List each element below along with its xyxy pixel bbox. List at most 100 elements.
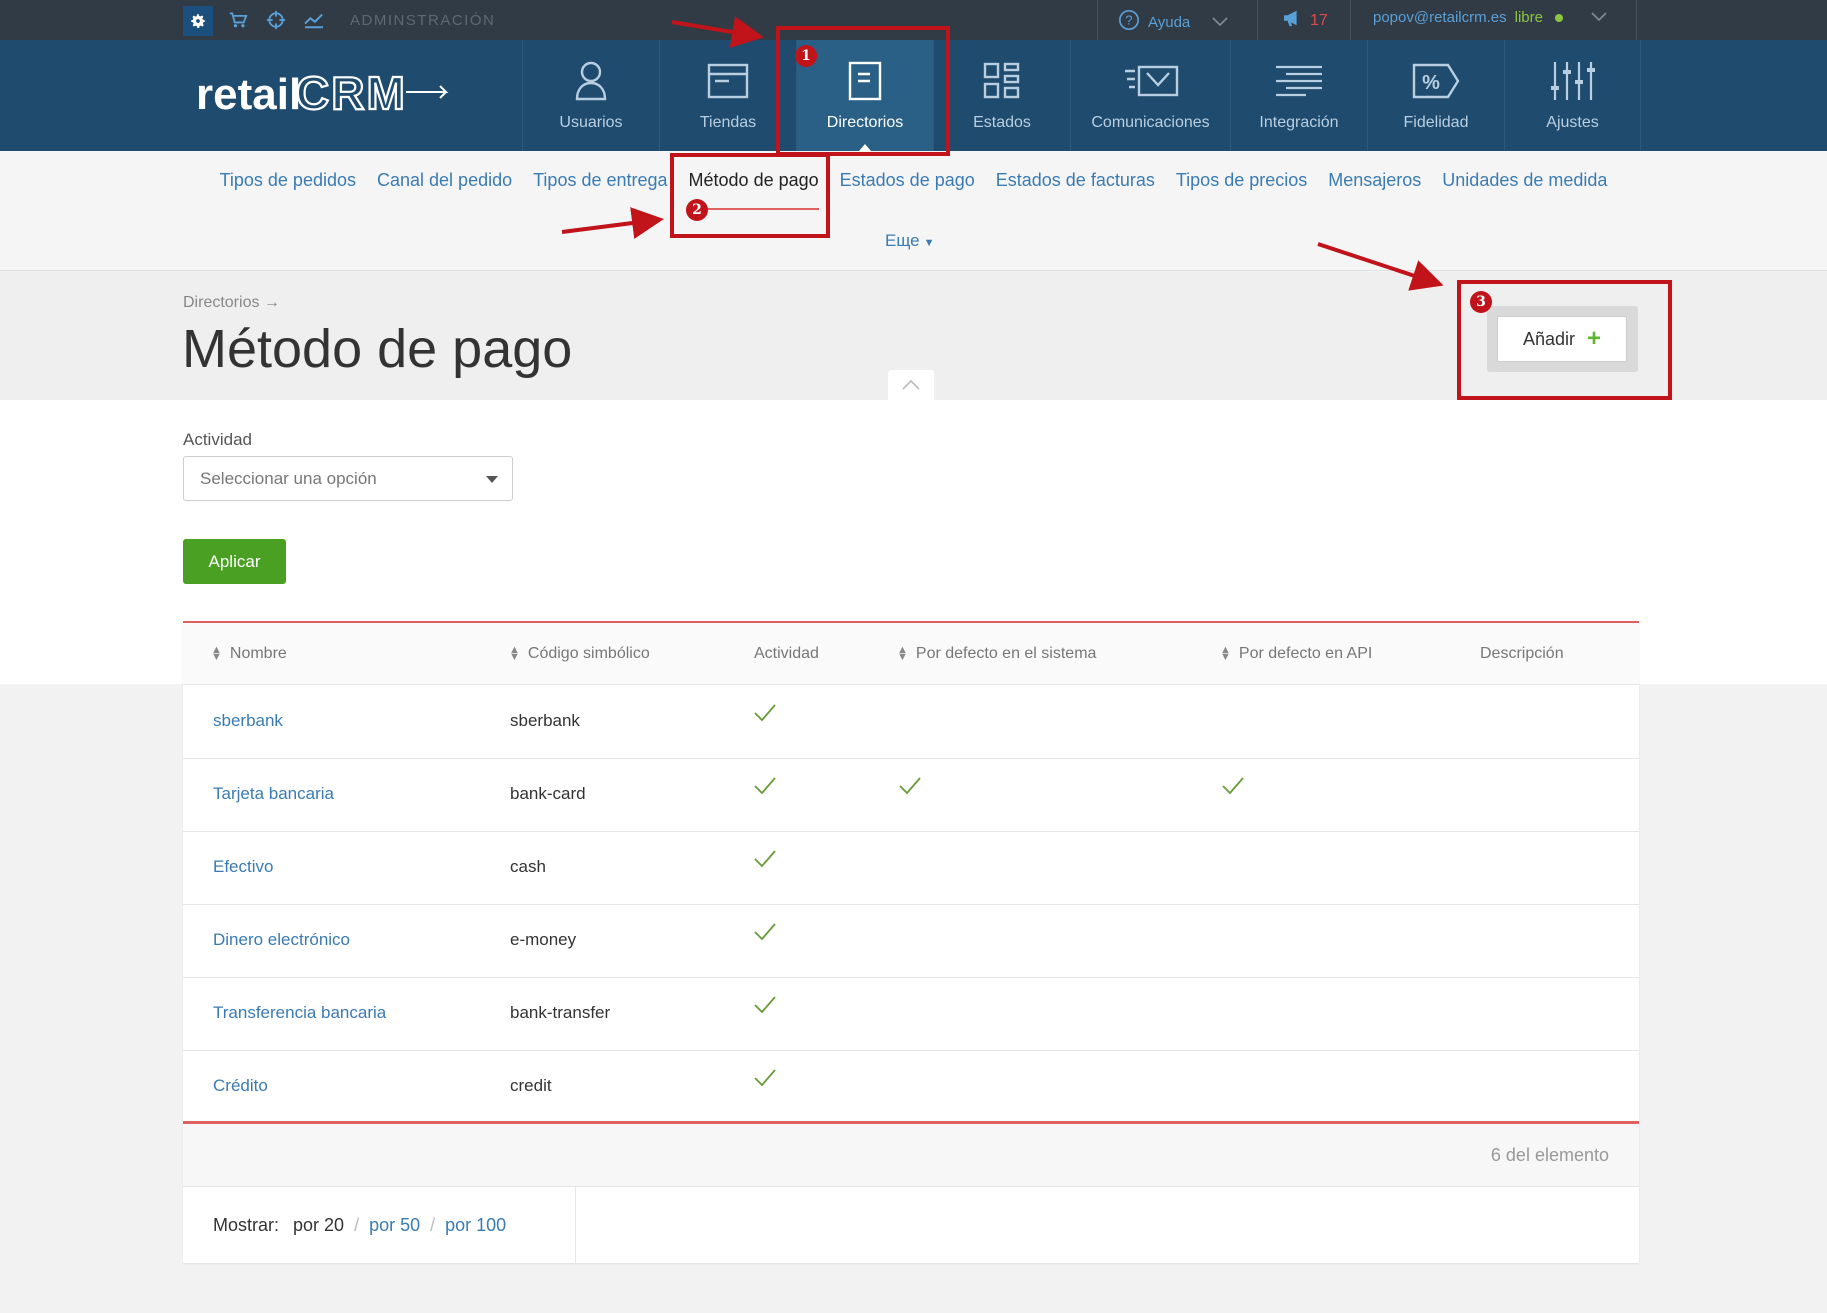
svg-text:?: ? xyxy=(1125,13,1132,28)
activity-select[interactable]: Seleccionar una opción xyxy=(183,456,513,501)
payment-method-code: sberbank xyxy=(510,711,580,730)
divider xyxy=(1636,0,1637,40)
breadcrumb[interactable]: Directorios → xyxy=(183,294,280,312)
payment-method-name-link[interactable]: Dinero electrónico xyxy=(213,930,350,950)
column-label: Código simbólico xyxy=(527,645,650,662)
annotation-box-2 xyxy=(670,153,830,238)
grid-icon xyxy=(983,58,1021,104)
default-system-check-icon xyxy=(899,777,921,800)
table-count-row: 6 del elemento xyxy=(183,1124,1639,1187)
per-page-label: Mostrar: xyxy=(213,1215,280,1235)
nav-label: Integración xyxy=(1259,114,1339,131)
chevron-down-icon xyxy=(1212,14,1228,31)
column-label: Descripción xyxy=(1480,645,1564,662)
payment-method-name-link[interactable]: sberbank xyxy=(213,711,283,731)
svg-text:%: % xyxy=(1422,72,1440,94)
subnav-mensajeros[interactable]: Mensajeros xyxy=(1328,170,1421,191)
sort-icon: ▲ ▼ xyxy=(1220,644,1231,663)
sort-icon: ▲ ▼ xyxy=(211,644,222,663)
table-row: Crédito credit xyxy=(183,1051,1639,1124)
nav-label: Estados xyxy=(973,114,1031,131)
sort-icon: ▲ ▼ xyxy=(509,644,520,663)
chevron-down-icon xyxy=(1591,9,1607,26)
nav-item-usuarios[interactable]: Usuarios xyxy=(522,40,659,151)
nav-item-integracion[interactable]: Integración xyxy=(1230,40,1367,151)
nav-label: Tiendas xyxy=(699,114,757,131)
target-icon[interactable] xyxy=(264,8,288,32)
percent-tag-icon: % xyxy=(1412,58,1460,104)
active-check-icon xyxy=(754,923,776,946)
annotation-number-1: 1 xyxy=(795,45,817,67)
nav-label: Comunicaciones xyxy=(1091,114,1210,131)
admin-label: ADMINSTRACIÓN xyxy=(350,12,496,29)
help-question-icon: ? xyxy=(1118,9,1140,35)
envelope-icon xyxy=(1123,58,1179,104)
column-header-nombre[interactable]: ▲ ▼ Nombre xyxy=(211,645,287,663)
table-row: Tarjeta bancaria bank-card xyxy=(183,759,1639,832)
svg-text:CRM: CRM xyxy=(296,67,407,119)
column-header-defecto-sistema[interactable]: ▲ ▼ Por defecto en el sistema xyxy=(897,645,1096,663)
separator: / xyxy=(430,1215,436,1235)
active-check-icon xyxy=(754,850,776,873)
retailcrm-logo[interactable]: retail CRM xyxy=(196,64,456,129)
annotation-number-3: 3 xyxy=(1470,291,1492,313)
cart-icon[interactable] xyxy=(226,8,250,32)
active-check-icon xyxy=(754,777,776,800)
online-status-dot xyxy=(1554,13,1563,22)
payment-method-name-link[interactable]: Transferencia bancaria xyxy=(213,1003,386,1023)
nav-item-ajustes[interactable]: Ajustes xyxy=(1504,40,1641,151)
column-header-descripcion: Descripción xyxy=(1480,645,1564,663)
analytics-chart-icon[interactable] xyxy=(302,8,326,32)
column-header-actividad: Actividad xyxy=(754,645,819,663)
subnav-tipos-de-entrega[interactable]: Tipos de entrega xyxy=(533,170,667,191)
more-label: Еще xyxy=(885,231,920,250)
payment-method-name-link[interactable]: Efectivo xyxy=(213,857,273,877)
column-label: Por defecto en el sistema xyxy=(915,645,1097,662)
activity-select-value: Seleccionar una opción xyxy=(200,469,377,488)
per-page-100-link[interactable]: por 100 xyxy=(445,1215,506,1236)
user-menu[interactable]: popov@retailcrm.es libre xyxy=(1373,9,1607,26)
table-header: ▲ ▼ Nombre ▲ ▼ Código simbólico Actividad … xyxy=(183,623,1639,685)
table-row: Dinero electrónico e-money xyxy=(183,905,1639,978)
subnav-estados-de-facturas[interactable]: Estados de facturas xyxy=(996,170,1155,191)
nav-item-comunicaciones[interactable]: Comunicaciones xyxy=(1070,40,1230,151)
per-page-50-link[interactable]: por 50 xyxy=(369,1215,420,1236)
column-label: Actividad xyxy=(754,645,819,662)
subnav-estados-de-pago[interactable]: Estados de pago xyxy=(840,170,975,191)
sliders-icon xyxy=(1550,58,1596,104)
payment-method-name-link[interactable]: Tarjeta bancaria xyxy=(213,784,334,804)
activity-filter-label: Actividad xyxy=(183,430,252,449)
main-nav: Usuarios Tiendas Directorios Estados Com… xyxy=(522,40,1641,151)
more-menu[interactable]: Еще ▼ xyxy=(885,231,934,251)
column-header-codigo[interactable]: ▲ ▼ Código simbólico xyxy=(509,645,650,663)
subnav-canal-del-pedido[interactable]: Canal del pedido xyxy=(377,170,512,191)
separator: / xyxy=(354,1215,360,1235)
settings-gear-icon[interactable] xyxy=(183,6,213,36)
subnav-tipos-de-precios[interactable]: Tipos de precios xyxy=(1176,170,1307,191)
notifications[interactable]: 17 xyxy=(1282,9,1328,32)
column-label: Por defecto en API xyxy=(1238,645,1373,662)
items-count: 6 del elemento xyxy=(1490,1145,1609,1165)
svg-text:retail: retail xyxy=(196,70,301,119)
divider xyxy=(1097,0,1098,40)
payment-method-code: bank-transfer xyxy=(510,1003,611,1022)
payment-method-name-link[interactable]: Crédito xyxy=(213,1076,268,1096)
nav-label: Fidelidad xyxy=(1403,114,1469,131)
apply-button[interactable]: Aplicar xyxy=(183,539,286,584)
collapse-filter-toggle[interactable] xyxy=(888,370,934,400)
payment-method-code: cash xyxy=(510,857,546,876)
divider xyxy=(1257,0,1258,40)
user-icon xyxy=(574,58,608,104)
help-menu[interactable]: ? Ayuda xyxy=(1118,9,1228,35)
table-row: sberbank sberbank xyxy=(183,686,1639,759)
column-header-defecto-api[interactable]: ▲ ▼ Por defecto en API xyxy=(1220,645,1372,663)
subnav-tipos-de-pedidos[interactable]: Tipos de pedidos xyxy=(220,170,356,191)
annotation-number-2: 2 xyxy=(686,199,708,221)
store-window-icon xyxy=(707,58,749,104)
column-label: Nombre xyxy=(229,645,287,662)
user-status: libre xyxy=(1514,9,1543,26)
nav-label: Usuarios xyxy=(559,114,623,131)
nav-item-estados[interactable]: Estados xyxy=(933,40,1070,151)
subnav-unidades-de-medida[interactable]: Unidades de medida xyxy=(1442,170,1607,191)
nav-item-fidelidad[interactable]: % Fidelidad xyxy=(1367,40,1504,151)
